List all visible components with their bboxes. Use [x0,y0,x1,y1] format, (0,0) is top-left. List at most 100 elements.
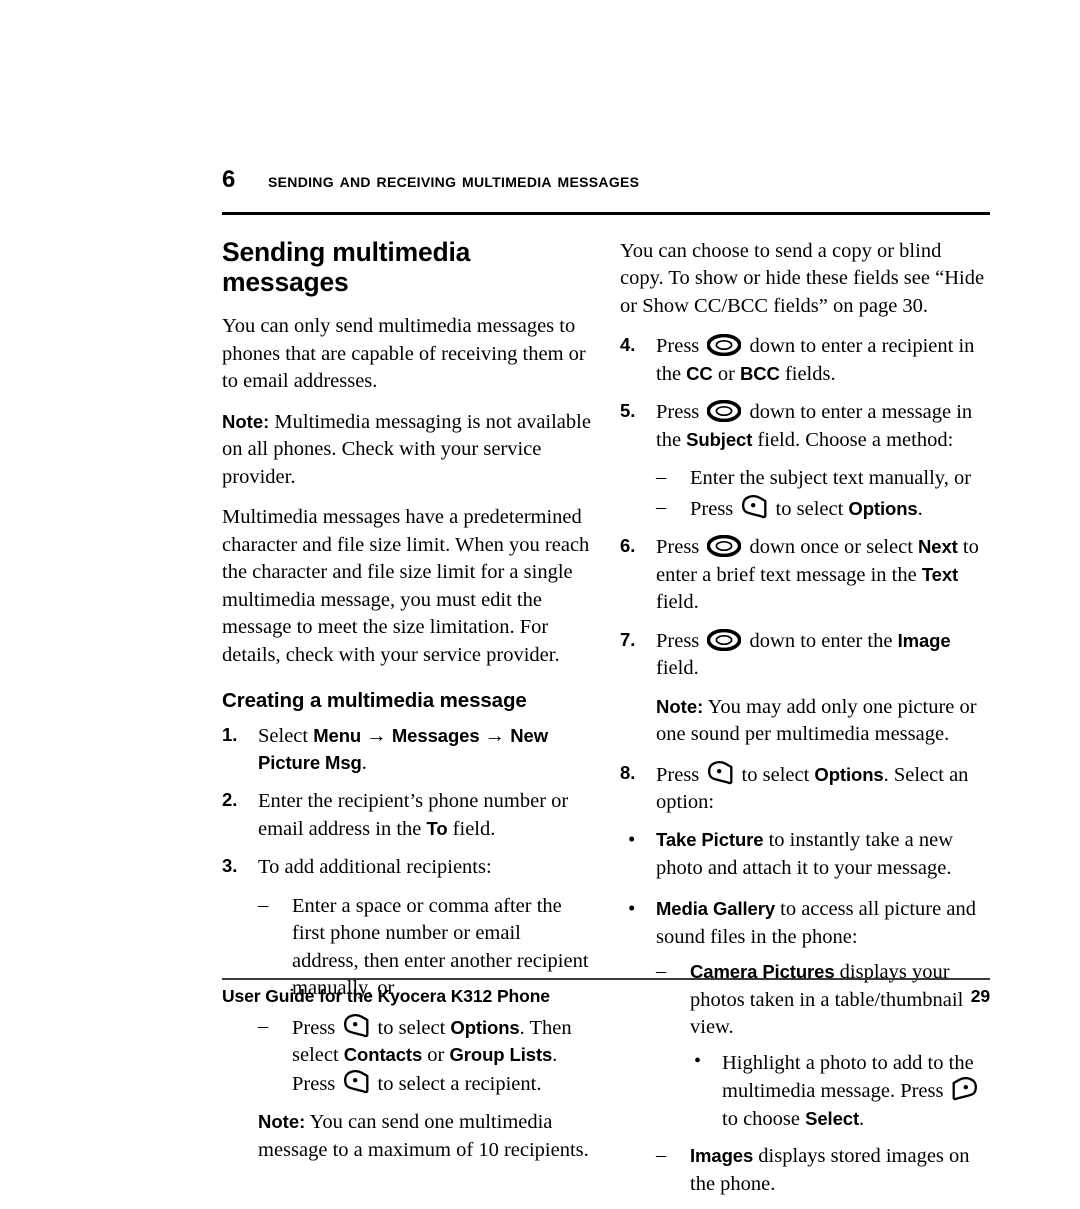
sub-item-options-subject: – Press to select Options. [656,494,990,523]
step-text-b: down to enter the [744,629,898,652]
step-text-b: to select [736,763,815,786]
page-footer: User Guide for the Kyocera K312 Phone 29 [222,986,990,1007]
note-paragraph-1: Note: Multimedia messaging is not availa… [222,409,592,491]
note-text: You can send one multimedia message to a… [258,1111,589,1161]
step-text-c: field. Choose a method: [752,428,954,451]
sub-item-text-a: Press [690,497,739,520]
step-text-a: Press [656,629,705,652]
step-1: 1. Select Menu → Messages → New Picture … [222,723,592,778]
step-marker: 4. [620,334,636,356]
ui-label-options: Options [814,763,884,785]
ui-label-images: Images [690,1145,754,1167]
step-text-a: Press [656,335,705,358]
right-softkey-icon [952,1077,978,1101]
note-text: Multimedia messaging is not available on… [222,410,591,488]
ui-label-options: Options [848,497,918,519]
ui-label-contacts: Contacts [343,1044,423,1066]
ui-label-select: Select [805,1107,860,1129]
ui-label-cc: CC [686,362,713,384]
step-marker: 2. [222,789,238,811]
chapter-title: Sending and Receiving Multimedia Message… [268,170,640,192]
note-label: Note: [656,695,704,717]
step-text-d: field. [656,591,699,614]
ui-label-media-gallery: Media Gallery [656,898,776,920]
step-text-a: Enter the recipient’s phone number or em… [258,790,569,840]
step-marker: 7. [620,628,636,650]
size-limit-paragraph: Multimedia messages have a predetermined… [222,506,590,666]
step-marker: 8. [620,761,636,783]
dash-marker: – [258,893,269,916]
option-media-gallery: • Media Gallery to access all picture an… [620,896,990,951]
sub-item-options-entry: – Press to select Options. Then select C… [258,1013,592,1098]
step-text-d: fields. [779,362,836,385]
step-7: 7. Press down to enter the Image field. [620,628,990,683]
ui-label-to: To [426,817,448,839]
sub-item-images: – Images displays stored images on the p… [656,1143,990,1198]
intro-paragraph: You can only send multimedia messages to… [222,315,586,393]
left-softkey-icon [343,1013,369,1038]
arrow-2: → [479,724,511,747]
footer-page-number: 29 [970,986,990,1006]
ui-label-image: Image [897,629,951,651]
step-text-a: Press [656,536,705,559]
ui-label-text: Text [921,563,959,585]
step-text-c: field. [656,657,699,680]
sub-item-text-d: or [422,1044,450,1067]
steps-continued-list-2: 6. Press down once or select Next to ent… [620,534,990,682]
navigation-key-icon [707,400,742,423]
ui-label-menu: Menu [313,724,362,746]
step-6: 6. Press down once or select Next to ent… [620,534,990,616]
step-text-b: down once or select [744,536,919,559]
sub-item-text: Enter the subject text manually, or [690,467,972,490]
images-sublist: – Images displays stored images on the p… [620,1143,990,1198]
manual-page: 6 Sending and Receiving Multimedia Messa… [0,0,1080,1195]
step-4: 4. Press down to enter a recipient in th… [620,333,990,388]
step-2: 2. Enter the recipient’s phone number or… [222,788,592,843]
steps-continued-list-3: 8. Press to select Options. Select an op… [620,760,990,817]
arrow-1: → [361,724,392,747]
sub-item-text-b: to choose [722,1107,806,1130]
note-label: Note: [222,410,270,432]
sub-item-text-a: Highlight a photo to add to the multimed… [722,1051,974,1103]
footer-divider [222,978,990,980]
sub-item-highlight-photo: • Highlight a photo to add to the multim… [690,1050,990,1133]
chapter-header: 6 Sending and Receiving Multimedia Messa… [222,168,990,192]
ui-label-take-picture: Take Picture [656,829,764,851]
bullet-marker: • [628,896,636,921]
dash-marker: – [656,960,667,983]
subsection-title: Creating a multimedia message [222,688,527,712]
step-3: 3. To add additional recipients: [222,854,592,881]
left-column: Sending multimedia messages You can only… [222,237,592,1176]
step-5: 5. Press down to enter a message in the … [620,399,990,454]
sub-item-text-c: . [859,1107,865,1130]
chapter-number: 6 [222,166,236,193]
dash-marker: – [656,466,667,489]
note-block-right: Note: You may add only one picture or on… [656,694,990,749]
camera-pictures-sublist: • Highlight a photo to add to the multim… [620,1050,990,1133]
ui-label-next: Next [918,536,958,558]
bullet-marker: • [628,827,636,852]
sub-item-text-a: Press [292,1016,341,1039]
step-text-c: or [712,362,741,385]
footer-guide-text: User Guide for the Kyocera K312 Phone [222,986,550,1006]
options-bullet-list: • Take Picture to instantly take a new p… [620,827,990,951]
note-paragraph: Note: You may add only one picture or on… [656,694,990,749]
left-softkey-icon [707,760,733,785]
navigation-key-icon [707,628,742,651]
sub-item-text: Enter a space or comma after the first p… [292,894,589,1000]
option-take-picture: • Take Picture to instantly take a new p… [620,827,990,882]
sub-item-text-c: . [917,497,923,520]
step-text-a: Select [258,724,314,747]
cc-bcc-intro: You can choose to send a copy or blind c… [620,240,985,317]
step-text-b: field. [447,817,496,840]
left-softkey-icon [741,494,767,519]
bullet-marker: • [694,1049,702,1072]
left-softkey-icon [343,1069,369,1094]
creating-steps-list: 1. Select Menu → Messages → New Picture … [222,723,592,882]
navigation-key-icon [707,334,742,357]
step-5-sublist: – Enter the subject text manually, or – … [620,465,990,523]
right-column: You can choose to send a copy or blind c… [620,238,990,1209]
sub-item-text-b: to select [770,497,849,520]
step-text-a: Press [656,401,705,424]
dash-marker: – [258,1014,269,1037]
